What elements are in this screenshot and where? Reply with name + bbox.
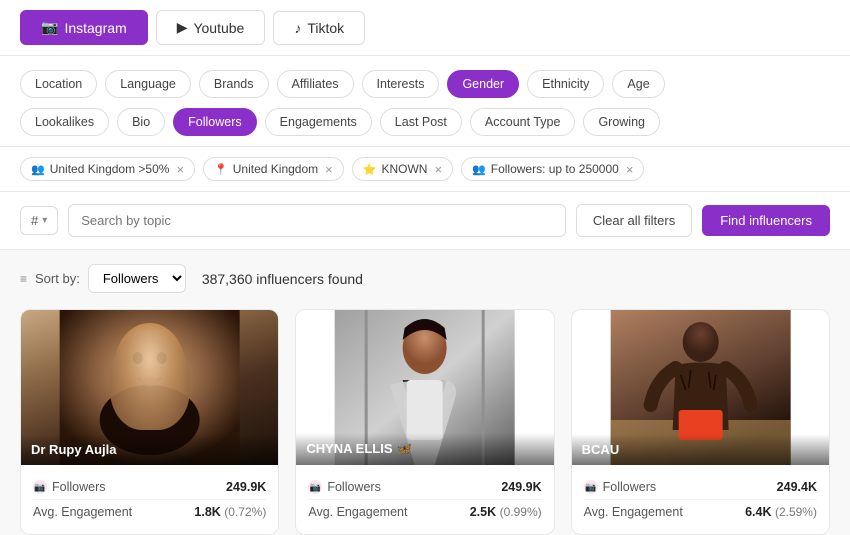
- card-2-engagement-label: Avg. Engagement: [308, 505, 407, 519]
- platform-tabs: 📷 Instagram ▶ Youtube ♪ Tiktok: [0, 0, 850, 56]
- card-1-engagement-label: Avg. Engagement: [33, 505, 132, 519]
- filter-tag-followers-range: 👥 Followers: up to 250000 ×: [461, 157, 644, 181]
- sort-label: Sort by:: [35, 271, 80, 286]
- remove-uk-location-button[interactable]: ×: [325, 163, 333, 176]
- filter-interests[interactable]: Interests: [362, 70, 440, 98]
- filter-account-type[interactable]: Account Type: [470, 108, 576, 136]
- sort-icon: ≡: [20, 272, 27, 286]
- filter-lookalikes[interactable]: Lookalikes: [20, 108, 109, 136]
- remove-followers-range-button[interactable]: ×: [626, 163, 634, 176]
- tiktok-icon: ♪: [294, 20, 301, 36]
- active-filters: 👥 United Kingdom >50% × 📍 United Kingdom…: [0, 147, 850, 192]
- card-2-engagement-value: 2.5K (0.99%): [470, 505, 542, 519]
- filter-tag-uk-audience-label: United Kingdom >50%: [50, 162, 170, 176]
- card-2-followers-label: 📷 Followers: [308, 480, 381, 494]
- card-2-engagement-row: Avg. Engagement 2.5K (0.99%): [308, 500, 541, 524]
- filter-tag-uk-location-label: United Kingdom: [233, 162, 318, 176]
- card-1-engagement-row: Avg. Engagement 1.8K (0.72%): [33, 500, 266, 524]
- instagram-followers-icon-2: 📷: [308, 480, 322, 494]
- card-3-name: BCAU: [572, 434, 829, 465]
- tab-youtube-label: Youtube: [193, 20, 244, 36]
- known-icon: ⭐: [363, 163, 377, 176]
- filter-tag-uk-audience: 👥 United Kingdom >50% ×: [20, 157, 195, 181]
- topic-selector[interactable]: # ▾: [20, 206, 58, 235]
- filter-tag-uk-location: 📍 United Kingdom ×: [203, 157, 344, 181]
- card-3-body: 📷 Followers 249.4K Avg. Engagement 6.4K …: [572, 465, 829, 534]
- results-header: ≡ Sort by: Followers 387,360 influencers…: [20, 264, 830, 293]
- card-3-image: BCAU: [572, 310, 829, 465]
- location-icon: 📍: [214, 163, 228, 176]
- tab-instagram-label: Instagram: [64, 20, 126, 36]
- card-3-engagement-label: Avg. Engagement: [584, 505, 683, 519]
- filter-last-post[interactable]: Last Post: [380, 108, 462, 136]
- sort-row: ≡ Sort by: Followers: [20, 264, 186, 293]
- tab-tiktok[interactable]: ♪ Tiktok: [273, 11, 365, 45]
- filter-age[interactable]: Age: [612, 70, 664, 98]
- filter-tag-followers-range-label: Followers: up to 250000: [491, 162, 619, 176]
- card-3-engagement-row: Avg. Engagement 6.4K (2.59%): [584, 500, 817, 524]
- card-2-name: CHYNA ELLIS 🦋: [296, 433, 553, 465]
- card-3-engagement-value: 6.4K (2.59%): [745, 505, 817, 519]
- filter-section: Location Language Brands Affiliates Inte…: [0, 56, 850, 147]
- filter-engagements[interactable]: Engagements: [265, 108, 372, 136]
- topic-selector-label: #: [31, 213, 38, 228]
- filter-gender[interactable]: Gender: [447, 70, 519, 98]
- instagram-followers-icon: 📷: [33, 480, 47, 494]
- filter-growing[interactable]: Growing: [583, 108, 660, 136]
- filter-ethnicity[interactable]: Ethnicity: [527, 70, 604, 98]
- instagram-followers-icon-3: 📷: [584, 480, 598, 494]
- sort-select[interactable]: Followers: [88, 264, 186, 293]
- influencer-cards-grid: Dr Rupy Aujla 📷 Followers 249.9K Avg. En…: [20, 309, 830, 535]
- card-3-followers-value: 249.4K: [777, 480, 817, 494]
- youtube-icon: ▶: [177, 19, 188, 36]
- card-1-followers-value: 249.9K: [226, 480, 266, 494]
- card-2-followers-value: 249.9K: [501, 480, 541, 494]
- card-1-body: 📷 Followers 249.9K Avg. Engagement 1.8K …: [21, 465, 278, 534]
- card-3-followers-label: 📷 Followers: [584, 480, 657, 494]
- influencer-card-3[interactable]: BCAU 📷 Followers 249.4K Avg. Engagement …: [571, 309, 830, 535]
- filter-followers[interactable]: Followers: [173, 108, 257, 136]
- instagram-icon: 📷: [41, 19, 58, 36]
- search-action-row: # ▾ Clear all filters Find influencers: [0, 192, 850, 250]
- clear-all-filters-button[interactable]: Clear all filters: [576, 204, 692, 237]
- filter-tag-known-label: KNOWN: [381, 162, 427, 176]
- card-1-engagement-value: 1.8K (0.72%): [194, 505, 266, 519]
- find-influencers-button[interactable]: Find influencers: [702, 205, 830, 236]
- filter-bio[interactable]: Bio: [117, 108, 165, 136]
- card-1-followers-row: 📷 Followers 249.9K: [33, 475, 266, 500]
- remove-uk-audience-button[interactable]: ×: [176, 163, 184, 176]
- filter-row-2: Lookalikes Bio Followers Engagements Las…: [20, 108, 830, 136]
- filter-brands[interactable]: Brands: [199, 70, 269, 98]
- audience-icon: 👥: [31, 163, 45, 176]
- filter-row-1: Location Language Brands Affiliates Inte…: [20, 70, 830, 98]
- influencer-card-1[interactable]: Dr Rupy Aujla 📷 Followers 249.9K Avg. En…: [20, 309, 279, 535]
- remove-known-button[interactable]: ×: [434, 163, 442, 176]
- tab-instagram[interactable]: 📷 Instagram: [20, 10, 148, 45]
- card-2-followers-row: 📷 Followers 249.9K: [308, 475, 541, 500]
- filter-language[interactable]: Language: [105, 70, 191, 98]
- results-section: ≡ Sort by: Followers 387,360 influencers…: [0, 250, 850, 535]
- filter-location[interactable]: Location: [20, 70, 97, 98]
- search-input[interactable]: [68, 204, 566, 237]
- tab-youtube[interactable]: ▶ Youtube: [156, 10, 266, 45]
- card-3-followers-row: 📷 Followers 249.4K: [584, 475, 817, 500]
- card-1-image: Dr Rupy Aujla: [21, 310, 278, 465]
- influencer-card-2[interactable]: CHYNA ELLIS 🦋 📷 Followers 249.9K Avg. En…: [295, 309, 554, 535]
- chevron-down-icon: ▾: [42, 215, 47, 226]
- tab-tiktok-label: Tiktok: [307, 20, 344, 36]
- card-1-name: Dr Rupy Aujla: [21, 434, 278, 465]
- filter-affiliates[interactable]: Affiliates: [277, 70, 354, 98]
- card-2-body: 📷 Followers 249.9K Avg. Engagement 2.5K …: [296, 465, 553, 534]
- card-1-followers-label: 📷 Followers: [33, 480, 106, 494]
- filter-tag-known: ⭐ KNOWN ×: [352, 157, 453, 181]
- followers-range-icon: 👥: [472, 163, 486, 176]
- card-2-image: CHYNA ELLIS 🦋: [296, 310, 553, 465]
- results-count: 387,360 influencers found: [202, 271, 363, 287]
